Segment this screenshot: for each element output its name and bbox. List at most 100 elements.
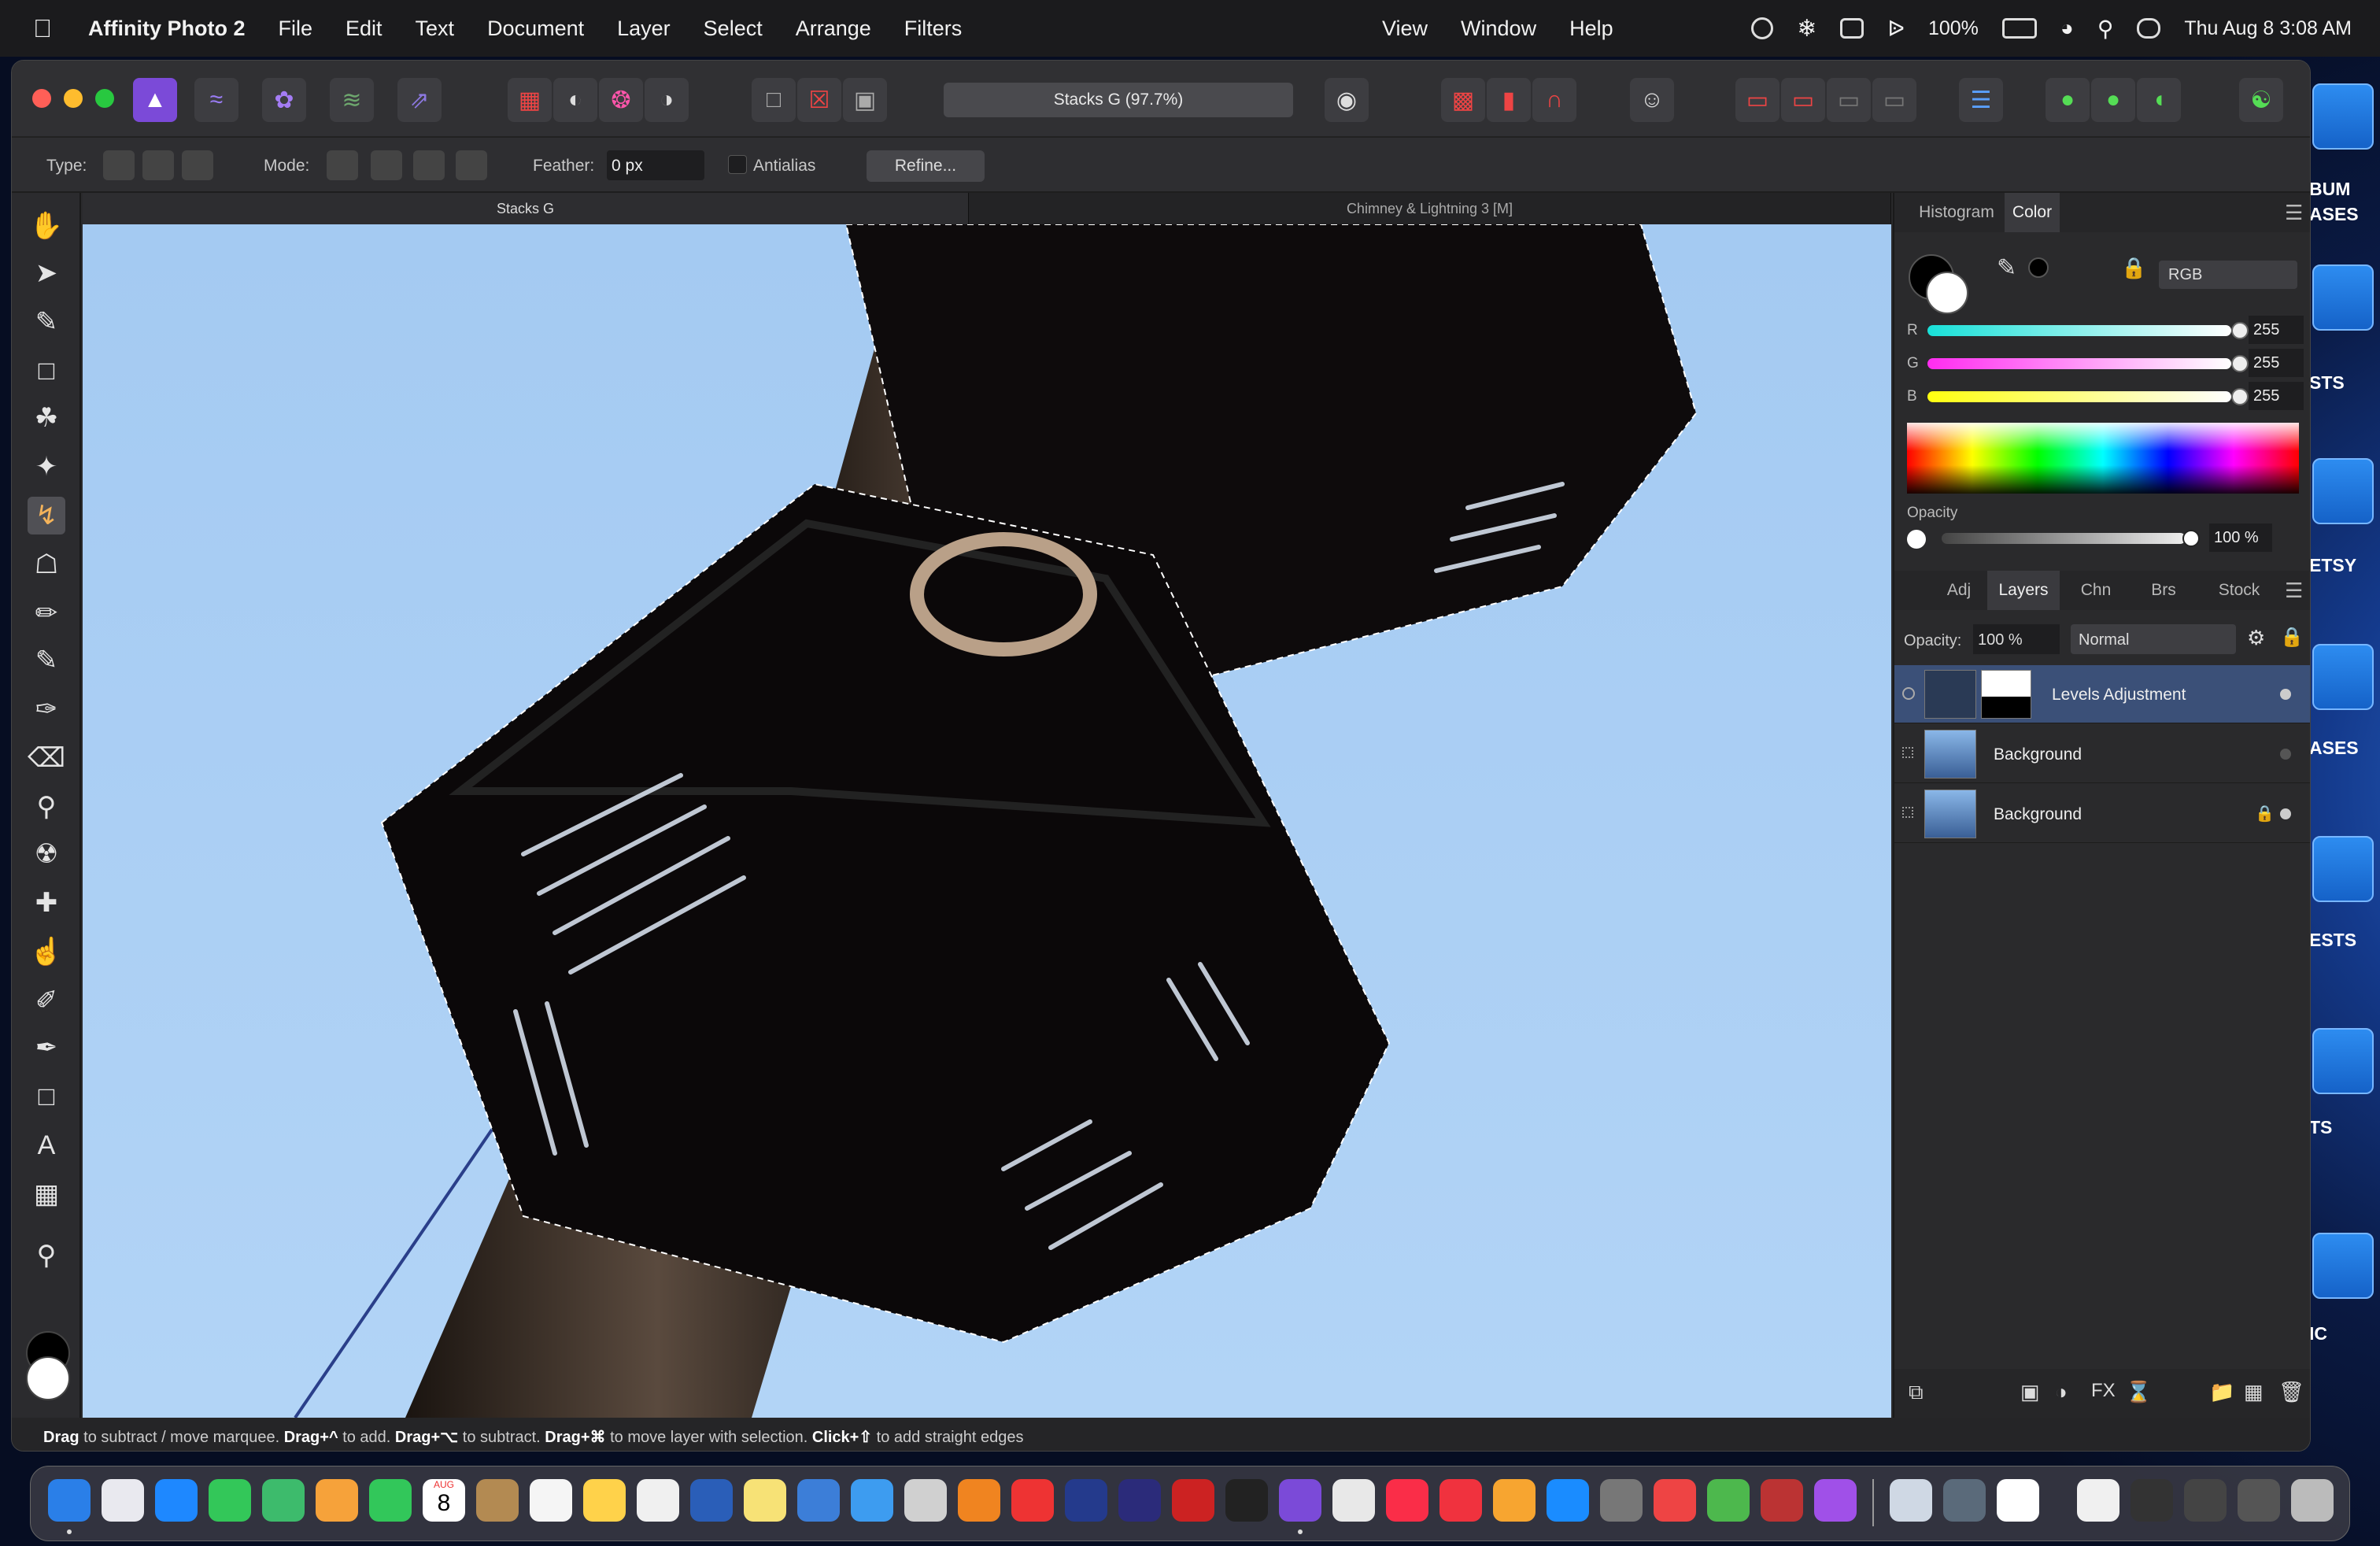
subtract-selection-icon[interactable]: ▭: [1781, 78, 1825, 122]
assistant-icon[interactable]: ☺: [1630, 78, 1674, 122]
flood-fill-tool-icon[interactable]: ☖: [28, 546, 65, 583]
reminders-icon[interactable]: [530, 1479, 572, 1522]
antialias-checkbox[interactable]: [728, 155, 747, 174]
add-adjustment-icon[interactable]: ◑: [2055, 1380, 2068, 1404]
selection-brush-tool-icon[interactable]: ☘: [28, 399, 65, 437]
auto-contrast-icon[interactable]: ◐: [553, 78, 597, 122]
apple-menu-icon[interactable]: : [33, 14, 65, 43]
wifi-icon[interactable]: ◕: [2060, 16, 2074, 41]
color-spectrum[interactable]: [1907, 423, 2299, 494]
stroke-color-swatch[interactable]: [1926, 272, 1968, 314]
menu-filters[interactable]: Filters: [904, 17, 963, 41]
live-filter-icon[interactable]: ⌛: [2126, 1380, 2151, 1404]
g-slider-knob[interactable]: [2231, 355, 2249, 372]
zoom-window-button[interactable]: [95, 89, 114, 108]
snowflake-icon[interactable]: ❄: [1797, 15, 1816, 43]
xor-selection-icon[interactable]: ▭: [1872, 78, 1916, 122]
contacts-icon[interactable]: [476, 1479, 519, 1522]
layer-visibility-dot[interactable]: [2280, 808, 2291, 819]
tab-histogram[interactable]: Histogram: [1913, 193, 2000, 232]
b-channel-slider[interactable]: [1927, 391, 2231, 402]
app-store-icon[interactable]: [1547, 1479, 1589, 1522]
magnet-icon[interactable]: ∩: [1532, 78, 1576, 122]
add-selection-icon[interactable]: ▭: [1735, 78, 1779, 122]
news-icon[interactable]: [1439, 1479, 1482, 1522]
desktop-folder[interactable]: BUM ASES: [2301, 83, 2380, 224]
intersect-selection-icon[interactable]: ▭: [1827, 78, 1871, 122]
menu-window[interactable]: Window: [1461, 17, 1536, 41]
tab-color[interactable]: Color: [2005, 193, 2060, 232]
podcasts-icon[interactable]: [1814, 1479, 1857, 1522]
rasterise-icon[interactable]: ◖: [2137, 78, 2181, 122]
imovie-icon[interactable]: [1118, 1479, 1161, 1522]
image-canvas[interactable]: [83, 224, 1891, 1418]
b-channel-value[interactable]: 255: [2249, 382, 2304, 410]
color-picker-tool-icon[interactable]: ✎: [28, 303, 65, 341]
system-settings-icon[interactable]: [1600, 1479, 1643, 1522]
menu-text[interactable]: Text: [416, 17, 455, 41]
layer-visibility-icon[interactable]: [1902, 687, 1915, 700]
tab-adjustments[interactable]: Adj: [1934, 571, 1984, 610]
smudge-brush-tool-icon[interactable]: ☝: [28, 933, 65, 971]
desktop-folder[interactable]: ASES: [2301, 644, 2380, 758]
panel-menu-icon[interactable]: ☰: [2285, 201, 2303, 225]
align-icon[interactable]: ☰: [1959, 78, 2003, 122]
media-app-icon[interactable]: [1065, 1479, 1107, 1522]
layer-drag-handle-icon[interactable]: [1902, 807, 1913, 818]
mode-add-button[interactable]: [371, 150, 402, 180]
clock[interactable]: Thu Aug 8 3:08 AM: [2184, 17, 2352, 40]
dodge-brush-tool-icon[interactable]: ✑: [28, 690, 65, 728]
menu-view[interactable]: View: [1382, 17, 1428, 41]
calendar-icon[interactable]: AUG 8: [423, 1479, 465, 1522]
layer-row[interactable]: Background: [1894, 725, 2310, 783]
flood-select-tool-icon[interactable]: ✦: [28, 448, 65, 486]
bluetooth-icon[interactable]: ᐉ: [1887, 16, 1905, 42]
layers-panel-menu-icon[interactable]: ☰: [2285, 579, 2303, 603]
menu-edit[interactable]: Edit: [346, 17, 382, 41]
quick-mask-icon[interactable]: ◉: [1325, 78, 1369, 122]
erase-brush-tool-icon[interactable]: ⌫: [28, 739, 65, 777]
menu-arrange[interactable]: Arrange: [796, 17, 871, 41]
document-stack-icon[interactable]: [2077, 1479, 2119, 1522]
maps-icon[interactable]: [262, 1479, 305, 1522]
opacity-slider-knob[interactable]: [2182, 530, 2200, 547]
hand-tool-icon[interactable]: ✋: [28, 207, 65, 245]
gradient-tool-icon[interactable]: ✏: [28, 594, 65, 632]
export-persona-icon[interactable]: ⇗: [397, 78, 442, 122]
r-slider-knob[interactable]: [2231, 322, 2249, 339]
develop-persona-icon[interactable]: ✿: [262, 78, 306, 122]
levels-icon[interactable]: ▦: [508, 78, 552, 122]
layer-drag-handle-icon[interactable]: [1902, 747, 1913, 758]
activity-monitor-icon[interactable]: [1225, 1479, 1268, 1522]
force-pixel-alignment-icon[interactable]: ▮: [1487, 78, 1531, 122]
add-pixel-layer-icon[interactable]: ▦: [2244, 1380, 2264, 1404]
tab-stacks-g[interactable]: Stacks G: [83, 193, 969, 224]
user-icon[interactable]: ☯: [2239, 78, 2283, 122]
screenshots-stack-icon[interactable]: [2184, 1479, 2227, 1522]
g-channel-value[interactable]: 255: [2249, 349, 2304, 377]
calculator-icon[interactable]: [904, 1479, 947, 1522]
freehand-type-button[interactable]: [103, 150, 135, 180]
move-tool-icon[interactable]: ➤: [28, 254, 65, 292]
stickies-icon[interactable]: [744, 1479, 786, 1522]
desktop-folder[interactable]: ETSY: [2301, 458, 2380, 575]
snapping-icon[interactable]: ▩: [1441, 78, 1485, 122]
menu-file[interactable]: File: [278, 17, 312, 41]
invert-selection-icon[interactable]: ▣: [843, 78, 887, 122]
liquify-persona-icon[interactable]: ≈: [194, 78, 238, 122]
paint-brush-tool-icon[interactable]: ✎: [28, 642, 65, 679]
deselect-icon[interactable]: ☒: [797, 78, 841, 122]
layer-visibility-dot[interactable]: [2280, 749, 2291, 760]
layer-visibility-dot[interactable]: [2280, 689, 2291, 700]
layer-locked-icon[interactable]: 🔒: [2255, 804, 2275, 823]
menu-document[interactable]: Document: [487, 17, 584, 41]
quicktime-icon[interactable]: [1943, 1479, 1986, 1522]
b-slider-knob[interactable]: [2231, 388, 2249, 405]
layer-opacity-input[interactable]: 100 %: [1973, 624, 2060, 654]
freehand-selection-tool-icon[interactable]: ↯: [28, 497, 65, 534]
crop-tool-icon[interactable]: □: [28, 352, 65, 390]
fx-icon[interactable]: FX: [2091, 1380, 2116, 1402]
layer-settings-gear-icon[interactable]: ⚙: [2247, 626, 2265, 650]
polygonal-type-button[interactable]: [142, 150, 174, 180]
downloads-stack-icon[interactable]: [2131, 1479, 2173, 1522]
